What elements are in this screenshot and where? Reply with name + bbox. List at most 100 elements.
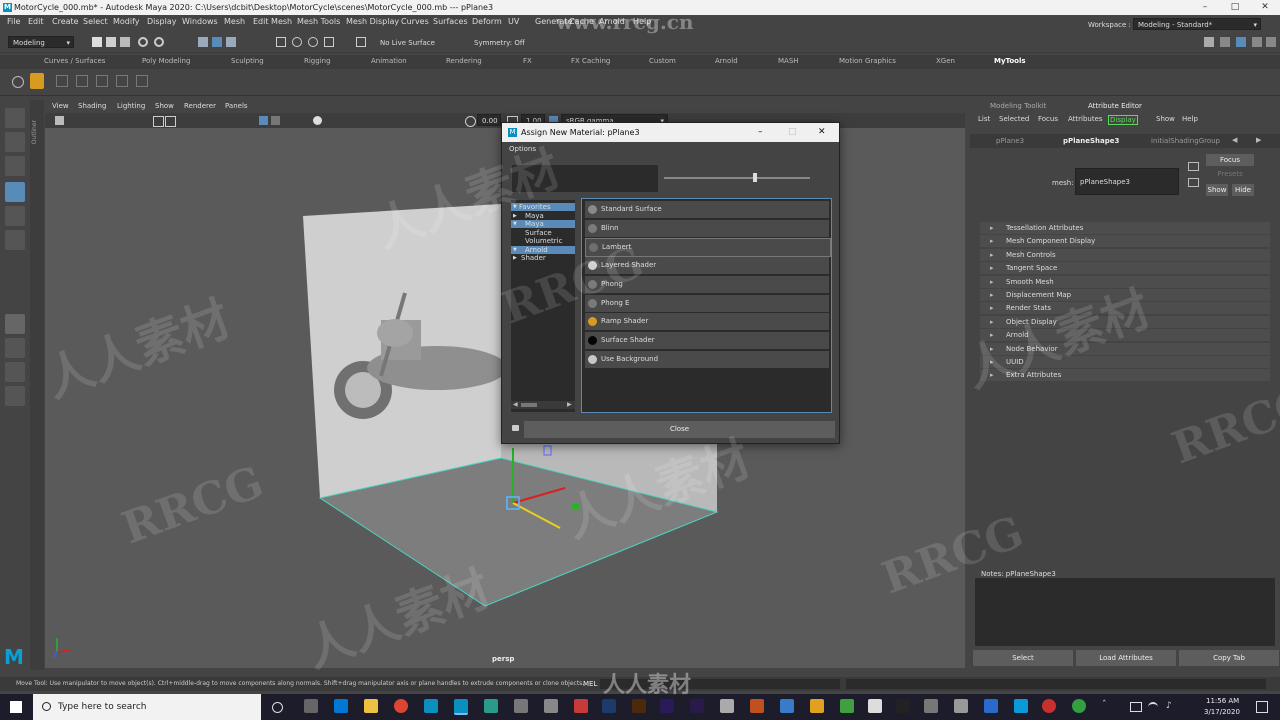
shelf-button-icon[interactable] xyxy=(116,75,128,87)
shelf-tab-rigging[interactable]: Rigging xyxy=(304,57,331,65)
live-surface-label[interactable]: No Live Surface xyxy=(380,39,435,47)
textured-icon[interactable] xyxy=(271,116,280,125)
ae-menu-selected[interactable]: Selected xyxy=(999,115,1029,123)
snap-grid-icon[interactable] xyxy=(276,37,286,47)
task-view-icon[interactable] xyxy=(272,702,283,713)
load-attributes-button[interactable]: Load Attributes xyxy=(1076,650,1176,666)
shelf-menu-icon[interactable] xyxy=(12,76,24,88)
exposure-field[interactable]: 0.00 xyxy=(477,114,501,126)
expand-arrow-icon[interactable]: ▼ xyxy=(513,246,517,254)
shelf-tab-custom[interactable]: Custom xyxy=(649,57,676,65)
menu-create[interactable]: Create xyxy=(52,17,79,26)
menu-deform[interactable]: Deform xyxy=(472,17,502,26)
illustrator-icon[interactable] xyxy=(632,699,646,713)
input-output-icon[interactable] xyxy=(1188,178,1199,187)
tray-chevron-icon[interactable]: ˆ xyxy=(1102,700,1107,710)
shelf-tab-fx-caching[interactable]: FX Caching xyxy=(571,57,610,65)
menu-windows[interactable]: Windows xyxy=(182,17,218,26)
tree-scrollbar[interactable]: ◀ ▶ xyxy=(511,401,575,409)
menu-arnold[interactable]: Arnold xyxy=(599,17,625,26)
redo-icon[interactable] xyxy=(154,37,164,47)
wifi-icon[interactable] xyxy=(1148,702,1158,712)
panel-layout-icon[interactable] xyxy=(1236,37,1246,47)
grid-icon[interactable] xyxy=(165,116,176,127)
close-button[interactable]: ✕ xyxy=(1250,0,1280,15)
symmetry-label[interactable]: Symmetry: Off xyxy=(474,39,525,47)
maximize-button[interactable]: □ xyxy=(788,123,797,142)
section-tangent-space[interactable]: ▸ Tangent Space xyxy=(980,262,1270,275)
scale-tool-icon[interactable] xyxy=(5,230,25,250)
tree-item-shader[interactable]: ▶ Shader xyxy=(511,254,575,262)
tab-attribute-editor[interactable]: Attribute Editor xyxy=(1088,102,1142,110)
app-icon[interactable] xyxy=(574,699,588,713)
scroll-right-icon[interactable]: ▶ xyxy=(567,401,572,408)
viewport-menu-renderer[interactable]: Renderer xyxy=(184,102,216,110)
menu-mesh-tools[interactable]: Mesh Tools xyxy=(297,17,340,26)
ae-menu-help[interactable]: Help xyxy=(1182,115,1198,123)
outliner-layout-icon[interactable] xyxy=(5,386,25,406)
select-tool-icon[interactable] xyxy=(5,108,25,128)
app-icon[interactable] xyxy=(750,699,764,713)
ae-menu-show[interactable]: Show xyxy=(1156,115,1175,123)
shelf-tab-motion-graphics[interactable]: Motion Graphics xyxy=(839,57,896,65)
shelf-tab-fx[interactable]: FX xyxy=(523,57,532,65)
maya-icon[interactable] xyxy=(454,699,468,715)
select-by-hierarchy-icon[interactable] xyxy=(198,37,208,47)
shelf-button-icon[interactable] xyxy=(56,75,68,87)
select-by-component-icon[interactable] xyxy=(226,37,236,47)
shelf-button-icon[interactable] xyxy=(136,75,148,87)
material-lambert[interactable]: Lambert xyxy=(585,238,831,258)
photoshop-icon[interactable] xyxy=(602,699,616,713)
shelf-button-icon[interactable] xyxy=(96,75,108,87)
menu-help[interactable]: Help xyxy=(633,17,651,26)
preview-size-slider[interactable] xyxy=(664,173,810,182)
undo-icon[interactable] xyxy=(138,37,148,47)
single-view-icon[interactable] xyxy=(5,314,25,334)
viewport-menu-show[interactable]: Show xyxy=(155,102,174,110)
maya-icon[interactable] xyxy=(424,699,438,713)
tab-scroll-left-icon[interactable]: ◀ xyxy=(1232,136,1237,144)
shelf-tab-xgen[interactable]: XGen xyxy=(936,57,955,65)
scroll-thumb[interactable] xyxy=(521,403,537,407)
shelf-tab-curves-surfaces[interactable]: Curves / Surfaces xyxy=(44,57,105,65)
panel-layout-icon[interactable] xyxy=(1252,37,1262,47)
menu-edit[interactable]: Edit xyxy=(28,17,44,26)
shelf-button-icon[interactable] xyxy=(76,75,88,87)
menu-modify[interactable]: Modify xyxy=(113,17,140,26)
ae-menu-focus[interactable]: Focus xyxy=(1038,115,1058,123)
smooth-shade-icon[interactable] xyxy=(259,116,268,125)
tree-item-arnold[interactable]: ▼ Arnold xyxy=(511,245,575,254)
ae-menu-display[interactable]: Display xyxy=(1108,115,1138,125)
app-icon[interactable] xyxy=(514,699,528,713)
section-mesh-component-display[interactable]: ▸ Mesh Component Display xyxy=(980,235,1270,248)
app-icon[interactable] xyxy=(544,699,558,713)
lock-icon[interactable] xyxy=(512,425,519,431)
input-output-icon[interactable] xyxy=(1188,162,1199,171)
app-icon[interactable] xyxy=(720,699,734,713)
shelf-tab-mash[interactable]: MASH xyxy=(778,57,799,65)
lighting-icon[interactable] xyxy=(313,116,322,125)
material-blinn[interactable]: Blinn xyxy=(585,219,829,237)
layout-icon[interactable] xyxy=(1220,37,1230,47)
section-extra-attributes[interactable]: ▸ Extra Attributes xyxy=(980,369,1270,382)
volume-icon[interactable]: ♪ xyxy=(1166,701,1172,711)
workspace-dropdown[interactable]: Modeling - Standard* ▾ xyxy=(1133,18,1261,30)
app-icon[interactable] xyxy=(304,699,318,713)
close-button[interactable]: ✕ xyxy=(818,123,826,142)
tab-scroll-right-icon[interactable]: ▶ xyxy=(1256,136,1261,144)
clock-time[interactable]: 11:56 AM xyxy=(1206,697,1239,705)
snap-view-plane-icon[interactable] xyxy=(324,37,334,47)
options-menu[interactable]: Options xyxy=(509,145,536,153)
tab-initialshadinggroup[interactable]: initialShadingGroup xyxy=(1151,137,1220,145)
premiere-icon[interactable] xyxy=(690,699,704,713)
app-icon[interactable] xyxy=(984,699,998,713)
menu-display[interactable]: Display xyxy=(147,17,177,26)
app-icon[interactable] xyxy=(810,699,824,713)
make-live-icon[interactable] xyxy=(356,37,366,47)
minimize-button[interactable]: – xyxy=(758,123,763,142)
notification-icon[interactable] xyxy=(1256,701,1268,713)
section-render-stats[interactable]: ▸ Render Stats xyxy=(980,302,1270,315)
slider-handle[interactable] xyxy=(753,173,757,182)
menu-surfaces[interactable]: Surfaces xyxy=(433,17,468,26)
select-button[interactable]: Select xyxy=(973,650,1073,666)
